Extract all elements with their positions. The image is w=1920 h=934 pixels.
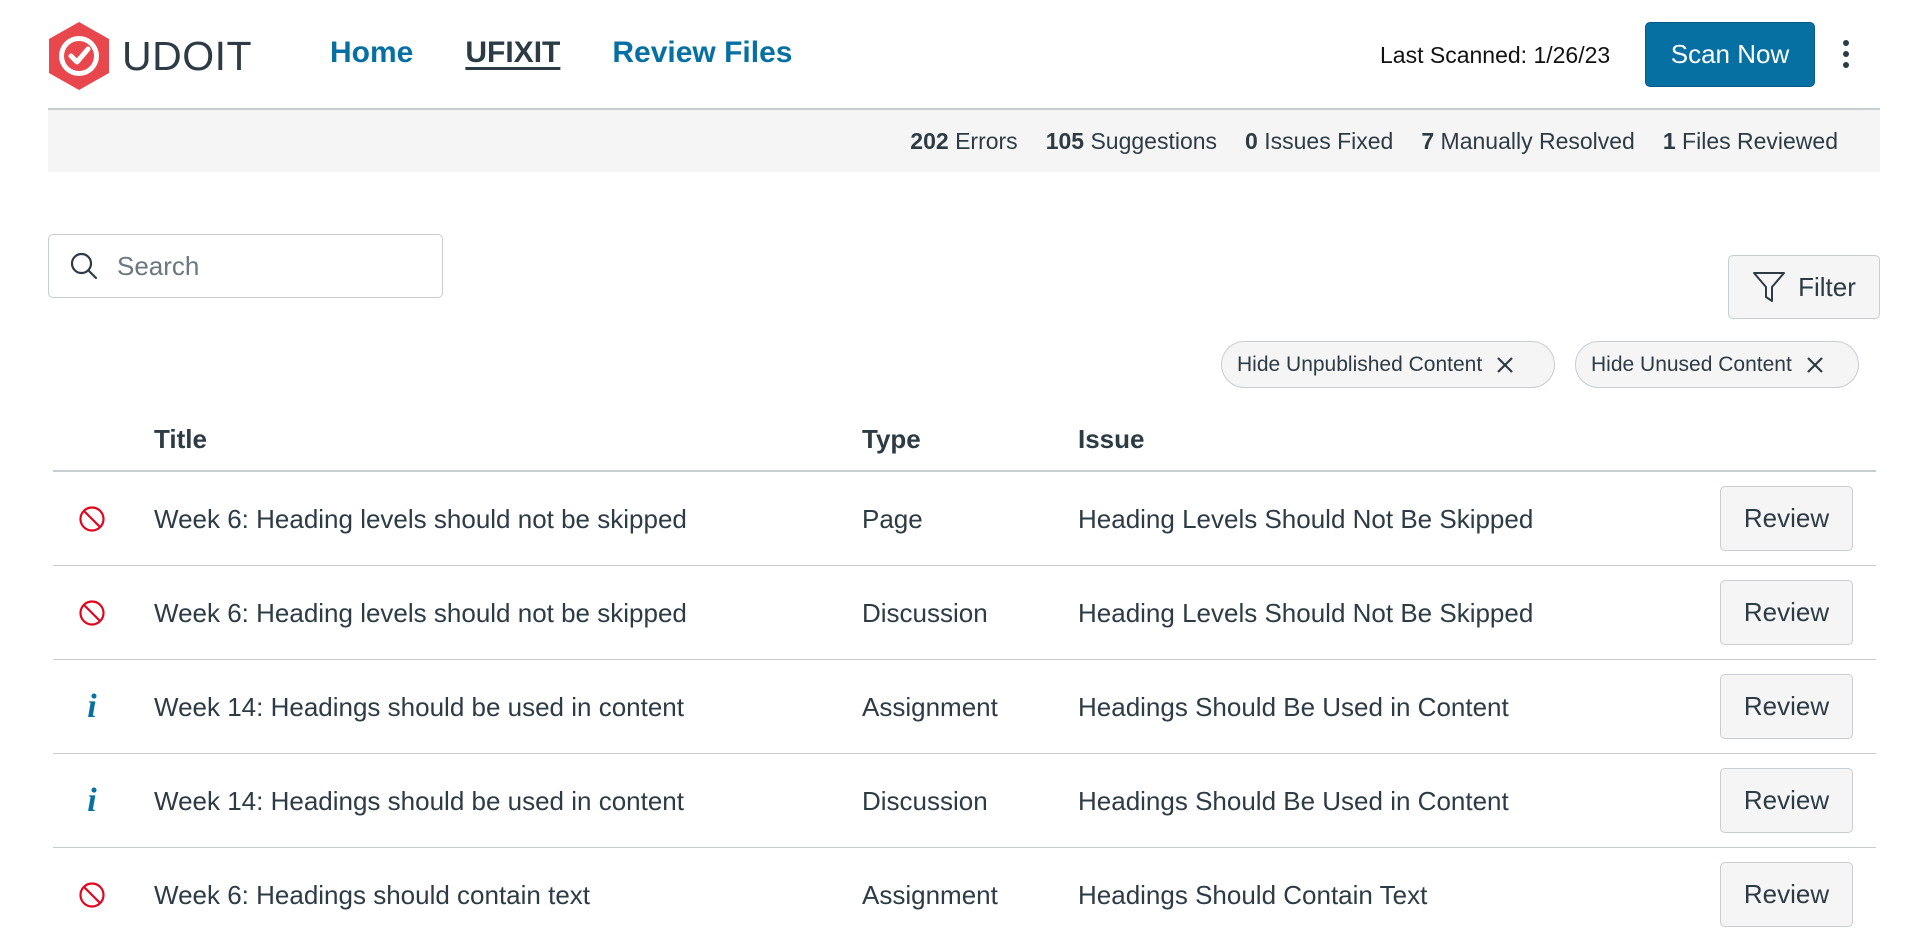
row-type: Discussion	[862, 598, 988, 628]
filter-pill-label: Hide Unpublished Content	[1237, 352, 1483, 376]
table-row: i Week 14: Headings should be used in co…	[53, 754, 1876, 848]
row-title: Week 6: Heading levels should not be ski…	[154, 504, 687, 534]
summary-files-reviewed: 1 Files Reviewed	[1662, 127, 1838, 154]
column-header-type[interactable]: Type	[862, 424, 921, 455]
row-title: Week 6: Headings should contain text	[154, 880, 591, 910]
filter-pill-hide-unpublished[interactable]: Hide Unpublished Content	[1221, 341, 1555, 388]
app-header: UDOIT Home UFIXIT Review Files Last Scan…	[0, 0, 1920, 108]
close-icon[interactable]	[1806, 356, 1824, 374]
column-header-issue[interactable]: Issue	[1078, 424, 1145, 455]
search-box[interactable]	[48, 234, 443, 298]
summary-errors: 202 Errors	[910, 127, 1018, 154]
review-button[interactable]: Review	[1720, 486, 1853, 551]
nav-ufixit[interactable]: UFIXIT	[465, 36, 560, 70]
row-issue: Headings Should Be Used in Content	[1078, 786, 1509, 816]
row-issue: Heading Levels Should Not Be Skipped	[1078, 598, 1534, 628]
nav-home[interactable]: Home	[330, 36, 413, 70]
summary-manually-resolved: 7 Manually Resolved	[1421, 127, 1635, 154]
row-issue: Heading Levels Should Not Be Skipped	[1078, 504, 1534, 534]
last-scanned-text: Last Scanned: 1/26/23	[1380, 42, 1611, 68]
error-icon	[77, 504, 107, 534]
error-icon	[77, 598, 107, 628]
main-nav: Home UFIXIT Review Files	[330, 36, 792, 70]
summary-issues-fixed: 0 Issues Fixed	[1245, 127, 1394, 154]
review-button[interactable]: Review	[1720, 862, 1853, 927]
row-type: Assignment	[862, 880, 998, 910]
issue-summary-bar: 202 Errors 105 Suggestions 0 Issues Fixe…	[48, 108, 1880, 172]
filter-button-label: Filter	[1798, 271, 1856, 302]
row-issue: Headings Should Contain Text	[1078, 880, 1428, 910]
review-button[interactable]: Review	[1720, 768, 1853, 833]
filter-pill-hide-unused[interactable]: Hide Unused Content	[1575, 341, 1859, 388]
table-header: Title Type Issue	[53, 418, 1876, 472]
info-icon: i	[87, 688, 97, 725]
close-icon[interactable]	[1496, 356, 1514, 374]
search-input[interactable]	[117, 250, 417, 282]
row-type: Assignment	[862, 692, 998, 722]
review-button[interactable]: Review	[1720, 674, 1853, 739]
row-title: Week 14: Headings should be used in cont…	[154, 786, 684, 816]
row-issue: Headings Should Be Used in Content	[1078, 692, 1509, 722]
table-row: i Week 14: Headings should be used in co…	[53, 660, 1876, 754]
summary-suggestions: 105 Suggestions	[1045, 127, 1218, 154]
logo-check-icon	[49, 22, 109, 90]
error-icon	[77, 880, 107, 910]
column-header-title[interactable]: Title	[154, 424, 207, 455]
table-row: Week 6: Headings should contain text Ass…	[53, 848, 1876, 934]
app-name: UDOIT	[122, 32, 253, 79]
kebab-menu-icon[interactable]	[1834, 30, 1858, 78]
table-row: Week 6: Heading levels should not be ski…	[53, 472, 1876, 566]
row-title: Week 14: Headings should be used in cont…	[154, 692, 684, 722]
nav-review-files[interactable]: Review Files	[612, 36, 792, 70]
table-row: Week 6: Heading levels should not be ski…	[53, 566, 1876, 660]
filter-icon	[1753, 272, 1786, 302]
filter-button[interactable]: Filter	[1728, 255, 1880, 319]
review-button[interactable]: Review	[1720, 580, 1853, 645]
row-title: Week 6: Heading levels should not be ski…	[154, 598, 687, 628]
filter-pill-label: Hide Unused Content	[1591, 352, 1792, 376]
row-type: Page	[862, 504, 923, 534]
scan-now-button[interactable]: Scan Now	[1645, 22, 1815, 87]
row-type: Discussion	[862, 786, 988, 816]
udoit-logo[interactable]: UDOIT	[46, 20, 252, 92]
search-icon	[70, 252, 98, 280]
info-icon: i	[87, 782, 97, 819]
issues-table: Title Type Issue Week 6: Heading levels …	[53, 418, 1876, 934]
